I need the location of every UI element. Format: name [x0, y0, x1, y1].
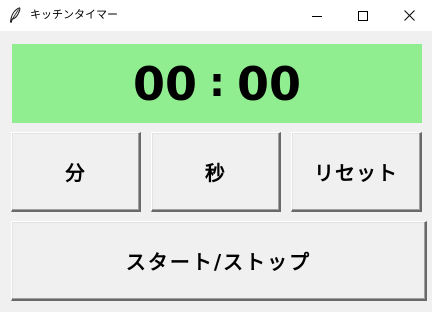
window-title: キッチンタイマー: [30, 8, 118, 21]
minutes-button[interactable]: 分: [11, 132, 141, 212]
close-icon: [403, 10, 415, 21]
timer-minutes: 00: [132, 56, 197, 111]
timer-seconds: 00: [237, 56, 302, 111]
timer-display: 00 : 00: [12, 44, 422, 123]
timer-separator: :: [209, 59, 225, 106]
maximize-icon: [358, 10, 368, 21]
seconds-button[interactable]: 秒: [151, 132, 281, 212]
minimize-button[interactable]: [294, 0, 340, 31]
minimize-icon: [312, 11, 322, 21]
feather-icon: [9, 7, 21, 23]
start-stop-button[interactable]: スタート/ストップ: [11, 221, 427, 301]
close-button[interactable]: [386, 0, 432, 31]
kitchen-timer-window: キッチンタイマー 00 : 00 分 秒 リセット スタート/ストップ: [0, 0, 432, 312]
reset-button[interactable]: リセット: [291, 132, 422, 212]
title-bar[interactable]: キッチンタイマー: [0, 0, 432, 31]
maximize-button[interactable]: [340, 0, 386, 31]
